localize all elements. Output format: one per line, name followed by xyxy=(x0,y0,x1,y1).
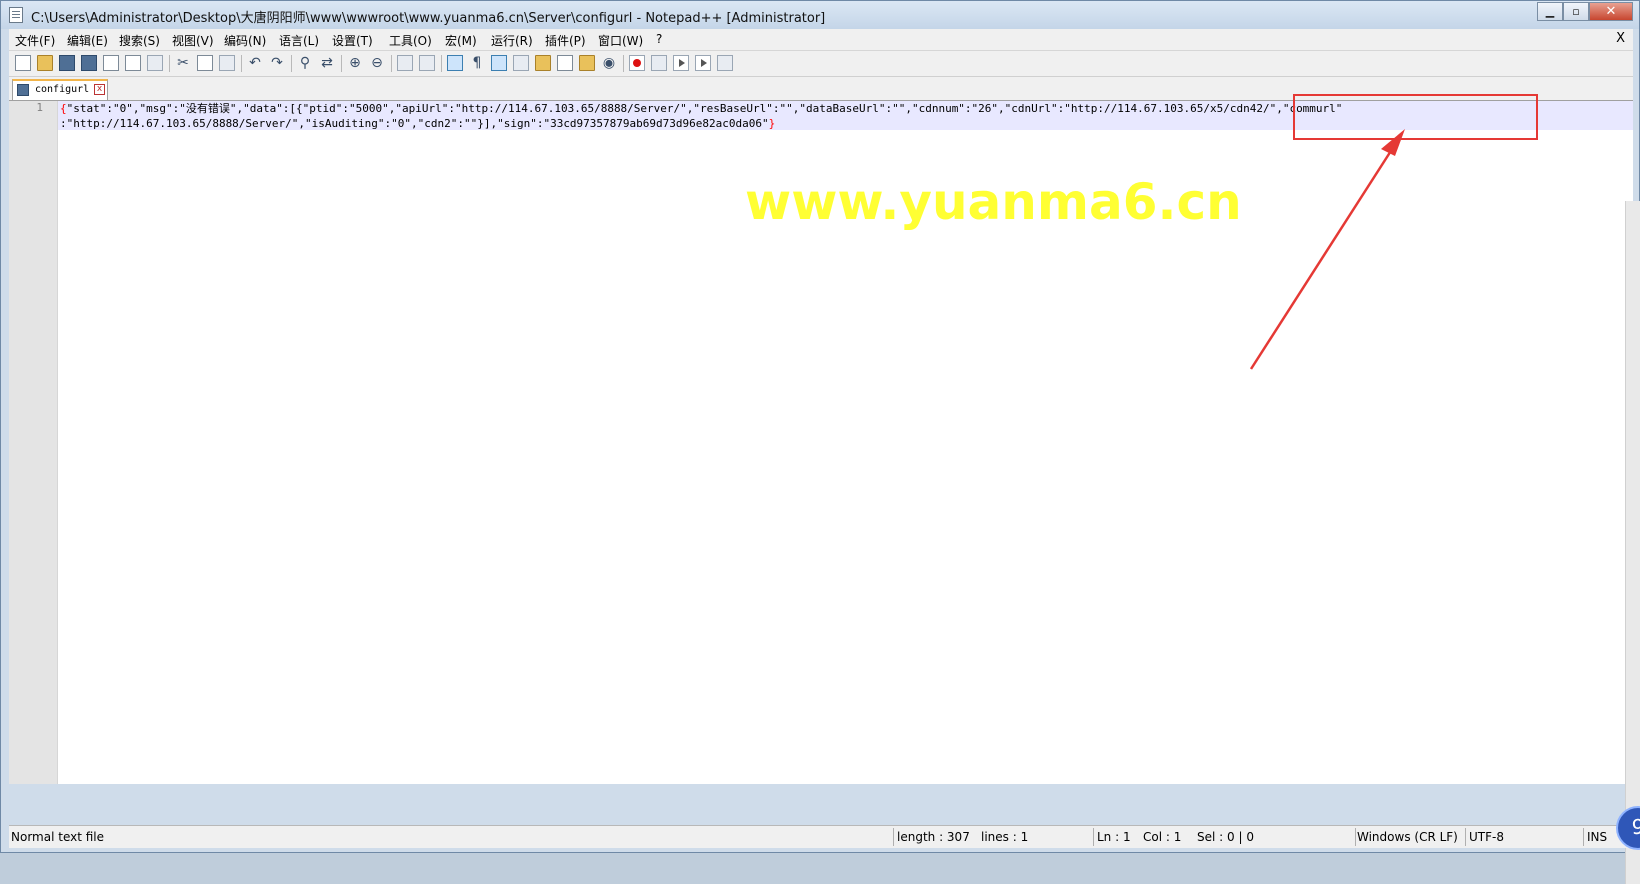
copy-icon[interactable] xyxy=(197,55,213,71)
zoom-in-icon[interactable]: ⊕ xyxy=(347,55,363,71)
line-number-gutter: 1 xyxy=(9,101,58,784)
menu-edit[interactable]: 编辑(E) xyxy=(67,32,108,49)
doc-map-icon[interactable] xyxy=(535,55,551,71)
tab-close-icon[interactable]: x xyxy=(94,84,105,95)
line-number: 1 xyxy=(36,101,43,114)
status-file-type: Normal text file xyxy=(11,830,105,844)
status-insert-mode: INS xyxy=(1587,830,1608,844)
sync-vertical-icon[interactable] xyxy=(397,55,413,71)
status-ln: Ln : 1 xyxy=(1097,830,1131,844)
open-file-icon[interactable] xyxy=(37,55,53,71)
code-line-1-wrapped: :"http://114.67.103.65/8888/Server/","is… xyxy=(60,117,769,130)
sync-horizontal-icon[interactable] xyxy=(419,55,435,71)
replace-icon[interactable]: ⇄ xyxy=(319,55,335,71)
cut-icon[interactable]: ✂ xyxy=(175,55,191,71)
undo-icon[interactable]: ↶ xyxy=(247,55,263,71)
print-icon[interactable] xyxy=(147,55,163,71)
word-wrap-icon[interactable] xyxy=(447,55,463,71)
close-icon: ✕ xyxy=(1605,4,1617,19)
maximize-button[interactable]: ▫ xyxy=(1563,2,1589,21)
menu-plugins[interactable]: 插件(P) xyxy=(545,32,586,49)
status-bar: Normal text file length : 307 lines : 1 … xyxy=(9,825,1633,848)
run-macro-multiple-icon[interactable] xyxy=(695,55,711,71)
zoom-out-icon[interactable]: ⊖ xyxy=(369,55,385,71)
menu-bar: 文件(F) 编辑(E) 搜索(S) 视图(V) 编码(N) 语言(L) 设置(T… xyxy=(9,29,1633,51)
menu-file[interactable]: 文件(F) xyxy=(15,32,55,49)
record-macro-icon[interactable] xyxy=(629,55,645,71)
status-lines: lines : 1 xyxy=(981,830,1029,844)
close-file-icon[interactable] xyxy=(103,55,119,71)
folder-workspace-icon[interactable] xyxy=(579,55,595,71)
menu-run[interactable]: 运行(R) xyxy=(491,32,533,49)
menu-language[interactable]: 语言(L) xyxy=(279,32,319,49)
code-text[interactable]: {"stat":"0","msg":"没有错误","data":[{"ptid"… xyxy=(60,101,1342,131)
close-button[interactable]: ✕ xyxy=(1589,2,1633,21)
window-controls: ▁ ▫ ✕ xyxy=(1537,2,1633,21)
highlight-box xyxy=(1293,94,1538,140)
show-all-chars-icon[interactable]: ¶ xyxy=(469,55,485,71)
stop-macro-icon[interactable] xyxy=(651,55,667,71)
close-document-button[interactable]: X xyxy=(1616,31,1625,46)
menu-help[interactable]: ? xyxy=(656,32,662,46)
monitoring-icon[interactable]: ◉ xyxy=(601,55,617,71)
toolbar: ✂ ↶ ↷ ⚲ ⇄ ⊕ ⊖ ¶ ◉ xyxy=(9,51,1633,77)
play-macro-icon[interactable] xyxy=(673,55,689,71)
open-brace: { xyxy=(60,102,67,115)
status-length: length : 307 xyxy=(897,830,970,844)
maximize-icon: ▫ xyxy=(1572,5,1580,18)
menu-settings[interactable]: 设置(T) xyxy=(332,32,373,49)
menu-search[interactable]: 搜索(S) xyxy=(119,32,160,49)
close-all-icon[interactable] xyxy=(125,55,141,71)
watermark-text: www.yuanma6.cn xyxy=(745,173,1242,231)
minimize-button[interactable]: ▁ xyxy=(1537,2,1563,21)
menu-view[interactable]: 视图(V) xyxy=(172,32,214,49)
save-macro-icon[interactable] xyxy=(717,55,733,71)
notepad-app-icon xyxy=(9,7,23,23)
user-language-icon[interactable] xyxy=(513,55,529,71)
paste-icon[interactable] xyxy=(219,55,235,71)
status-eol: Windows (CR LF) xyxy=(1357,830,1458,844)
status-encoding: UTF-8 xyxy=(1469,830,1504,844)
save-icon[interactable] xyxy=(59,55,75,71)
menu-encoding[interactable]: 编码(N) xyxy=(224,32,266,49)
close-brace: } xyxy=(768,117,776,130)
title-bar[interactable]: C:\Users\Administrator\Desktop\大唐阴阳师\www… xyxy=(1,1,1639,29)
redo-icon[interactable]: ↷ xyxy=(269,55,285,71)
vertical-scrollbar[interactable] xyxy=(1625,201,1640,884)
find-icon[interactable]: ⚲ xyxy=(297,55,313,71)
saved-file-icon xyxy=(17,84,29,96)
status-col: Col : 1 xyxy=(1143,830,1182,844)
notepadpp-window: C:\Users\Administrator\Desktop\大唐阴阳师\www… xyxy=(0,0,1640,884)
save-all-icon[interactable] xyxy=(81,55,97,71)
menu-macro[interactable]: 宏(M) xyxy=(445,32,477,49)
tab-configurl[interactable]: configurl x xyxy=(12,79,108,100)
new-file-icon[interactable] xyxy=(15,55,31,71)
status-sel: Sel : 0 | 0 xyxy=(1197,830,1254,844)
code-line-1: "stat":"0","msg":"没有错误","data":[{"ptid":… xyxy=(66,102,1343,115)
tab-label: configurl xyxy=(35,84,90,95)
minimize-icon: ▁ xyxy=(1545,5,1555,18)
window-title: C:\Users\Administrator\Desktop\大唐阴阳师\www… xyxy=(31,11,826,26)
menu-window[interactable]: 窗口(W) xyxy=(598,32,643,49)
menu-tools[interactable]: 工具(O) xyxy=(389,32,432,49)
indent-guide-icon[interactable] xyxy=(491,55,507,71)
function-list-icon[interactable] xyxy=(557,55,573,71)
